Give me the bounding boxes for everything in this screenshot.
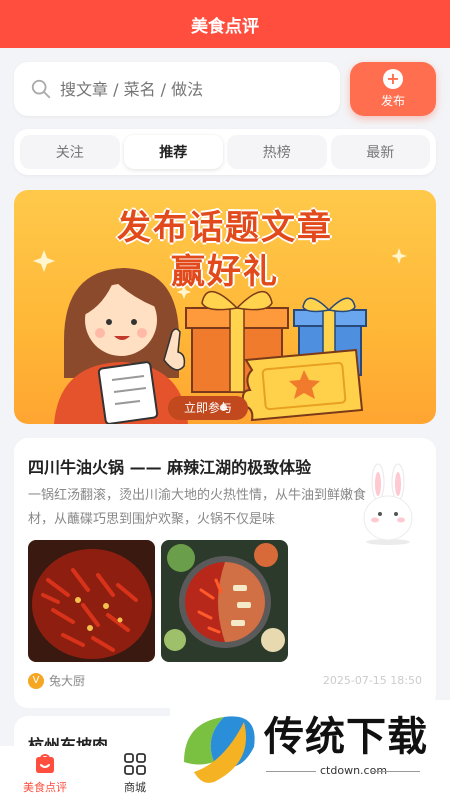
search-row: + 发布 (14, 62, 436, 116)
nav-home-label: 美食点评 (23, 781, 67, 794)
hotpot-image-1[interactable] (28, 540, 155, 662)
plus-icon: + (383, 69, 403, 89)
watermark-divider (266, 771, 316, 772)
tab-recommend[interactable]: 推荐 (123, 135, 223, 169)
carousel-indicator (220, 404, 227, 411)
tab-latest[interactable]: 最新 (330, 135, 430, 169)
app-header: 美食点评 (0, 0, 450, 48)
hotpot-image-2[interactable] (161, 540, 288, 662)
coupon-ticket-icon (241, 348, 364, 422)
category-tabs: 关注 推荐 热榜 最新 (14, 129, 436, 175)
watermark-divider (370, 771, 420, 772)
search-icon (31, 79, 51, 99)
publish-button[interactable]: + 发布 (350, 62, 436, 116)
author-badge-icon: V (28, 672, 44, 689)
publish-label: 发布 (380, 94, 405, 108)
tab-follow[interactable]: 关注 (20, 135, 120, 169)
watermark: 传统下载 ctdown.com (170, 700, 450, 800)
search-input[interactable] (60, 79, 310, 99)
nav-mall-label: 商城 (124, 781, 146, 794)
nav-home[interactable]: 美食点评 (0, 746, 90, 800)
page-title: 美食点评 (191, 16, 259, 37)
author-name: 兔大厨 (49, 674, 86, 688)
bottom-nav: 美食点评 商城 (0, 746, 180, 800)
banner-subheadline: 赢好礼 (171, 252, 279, 292)
promo-banner[interactable]: 发布话题文章 赢好礼 立即参与 (14, 190, 436, 424)
tab-hot[interactable]: 热榜 (227, 135, 327, 169)
article-title: 四川牛油火锅 —— 麻辣江湖的极致体验 (28, 458, 312, 477)
article-date: 2025-07-15 18:50 (322, 674, 422, 687)
grid-icon (124, 753, 146, 775)
banner-headline: 发布话题文章 (117, 208, 333, 248)
article-author[interactable]: V 兔大厨 (28, 672, 85, 689)
watermark-logo-icon (184, 716, 255, 783)
home-icon (36, 754, 54, 773)
watermark-text: 传统下载 (264, 714, 428, 760)
join-now-button[interactable]: 立即参与 (168, 396, 248, 420)
search-box[interactable] (14, 62, 340, 116)
nav-mall[interactable]: 商城 (90, 746, 180, 800)
rabbit-mascot-icon[interactable] (358, 462, 418, 546)
article-summary: 一锅红汤翻滚，烫出川渝大地的火热性情，从牛油到鲜嫩食材，从蘸碟巧思到围炉欢聚，火… (28, 488, 367, 527)
